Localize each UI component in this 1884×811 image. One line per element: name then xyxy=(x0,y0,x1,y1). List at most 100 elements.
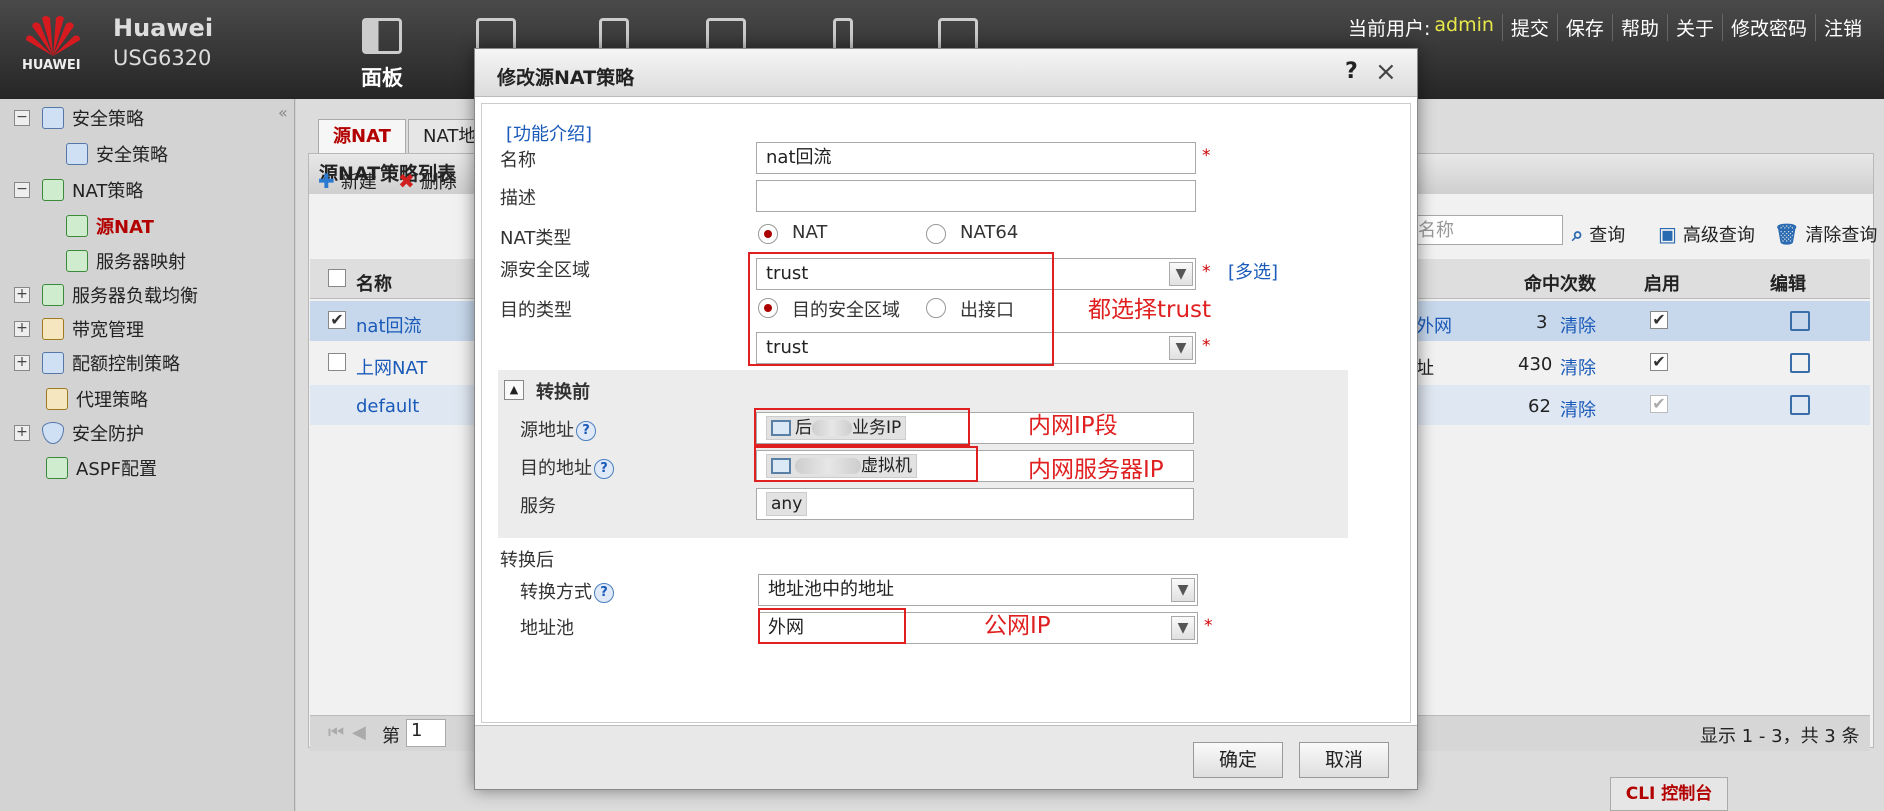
after-translation-label: 转换后 xyxy=(500,550,554,571)
tab-source-nat[interactable]: 源NAT xyxy=(318,119,406,153)
collapse-icon[interactable]: − xyxy=(14,110,30,126)
chevron-down-icon[interactable]: ▼ xyxy=(1169,262,1193,286)
huawei-logo-icon xyxy=(26,16,80,56)
sidebar-item-label: 带宽管理 xyxy=(72,320,144,341)
pager-summary: 显示 1 - 3，共 3 条 xyxy=(1700,726,1860,747)
translation-mode-select[interactable]: 地址池中的地址 ▼ xyxy=(758,574,1198,606)
multi-select-link[interactable]: [多选] xyxy=(1228,258,1278,284)
sidebar-item-aspf[interactable]: ASPF配置 xyxy=(46,453,157,483)
expand-icon[interactable]: + xyxy=(14,321,30,337)
sidebar-item-server-mapping[interactable]: 服务器映射 xyxy=(66,246,186,276)
cancel-button[interactable]: 取消 xyxy=(1299,742,1389,778)
collapse-icon[interactable]: − xyxy=(14,182,30,198)
nat-type-nat-radio[interactable] xyxy=(758,224,778,244)
help-icon[interactable]: ? xyxy=(576,421,596,441)
row-enabled-checkbox[interactable]: ✔ xyxy=(1650,353,1668,371)
service-input[interactable]: any xyxy=(756,488,1194,520)
row-enabled-checkbox-disabled: ✔ xyxy=(1650,395,1668,413)
expand-icon[interactable]: + xyxy=(14,425,30,441)
nat-type-nat-label: NAT xyxy=(792,222,828,243)
first-page-icon[interactable]: ⏮ xyxy=(328,722,344,743)
sidebar-item-label: 安全策略 xyxy=(96,145,168,166)
sidebar-item-proxy[interactable]: 代理策略 xyxy=(46,384,148,414)
row-clear-link[interactable]: 清除 xyxy=(1560,312,1596,338)
expand-icon[interactable]: + xyxy=(14,287,30,303)
clear-search-button[interactable]: 🗑 清除查询 xyxy=(1774,221,1877,247)
sidebar-item-nat-policy[interactable]: − NAT策略 xyxy=(14,175,143,205)
expand-icon[interactable]: + xyxy=(14,355,30,371)
row-clear-link[interactable]: 清除 xyxy=(1560,354,1596,380)
nav-dashboard-label: 面板 xyxy=(361,66,403,90)
row-hits: 3 xyxy=(1536,312,1548,333)
about-link[interactable]: 关于 xyxy=(1666,14,1722,41)
intro-link[interactable]: [功能介绍] xyxy=(506,120,592,146)
change-password-link[interactable]: 修改密码 xyxy=(1721,14,1815,41)
description-input[interactable] xyxy=(756,180,1196,212)
logout-link[interactable]: 注销 xyxy=(1814,14,1870,41)
row-name-link[interactable]: nat回流 xyxy=(356,312,422,338)
destination-address-label: 目的地址? xyxy=(520,454,614,480)
help-icon[interactable]: ? xyxy=(594,459,614,479)
close-icon[interactable]: × xyxy=(1375,57,1397,87)
nav-dashboard[interactable]: 面板 xyxy=(352,18,412,90)
plus-icon: ✚ xyxy=(318,169,335,193)
dialog-body: [功能介绍] 名称 nat回流 * 描述 NAT类型 NAT NAT64 源安全… xyxy=(481,103,1411,723)
annotation-note: 内网IP段 xyxy=(1028,413,1118,439)
row-enabled-checkbox[interactable]: ✔ xyxy=(1650,311,1668,329)
search-button[interactable]: ⌕ 查询 xyxy=(1572,221,1625,247)
help-icon[interactable]: ? xyxy=(1345,59,1358,84)
row-checkbox[interactable] xyxy=(328,353,346,371)
name-input[interactable]: nat回流 xyxy=(756,142,1196,174)
sidebar-item-slb[interactable]: + 服务器负载均衡 xyxy=(14,280,198,310)
advanced-search-button[interactable]: ▣ 高级查询 xyxy=(1658,221,1755,247)
sidebar-item-security-policy[interactable]: − 安全策略 xyxy=(14,103,144,133)
ok-button[interactable]: 确定 xyxy=(1193,742,1283,778)
translation-mode-value: 地址池中的地址 xyxy=(768,579,894,600)
sidebar-item-label: 源NAT xyxy=(96,217,154,238)
address-pool-label: 地址池 xyxy=(520,618,574,639)
service-label: 服务 xyxy=(520,496,556,517)
help-icon[interactable]: ? xyxy=(594,583,614,603)
help-link[interactable]: 帮助 xyxy=(1611,14,1667,41)
sidebar-item-bandwidth[interactable]: + 带宽管理 xyxy=(14,314,144,344)
chevron-down-icon[interactable]: ▼ xyxy=(1171,578,1195,602)
policy-icon xyxy=(42,107,64,129)
column-edit: 编辑 xyxy=(1770,274,1806,295)
delete-icon: ✖ xyxy=(398,169,415,193)
sidebar-item-security-policy-sub[interactable]: 安全策略 xyxy=(66,139,168,169)
select-all-checkbox[interactable] xyxy=(328,269,346,287)
sidebar-item-source-nat[interactable]: 源NAT xyxy=(66,211,154,241)
row-clear-link[interactable]: 清除 xyxy=(1560,396,1596,422)
row-checkbox[interactable]: ✔ xyxy=(328,311,346,329)
edit-icon[interactable] xyxy=(1790,353,1810,373)
edit-icon[interactable] xyxy=(1790,311,1810,331)
nat-type-label: NAT类型 xyxy=(500,228,572,249)
search-input[interactable]: 名称 xyxy=(1408,215,1563,245)
save-link[interactable]: 保存 xyxy=(1556,14,1612,41)
mapping-icon xyxy=(66,250,88,272)
commit-link[interactable]: 提交 xyxy=(1501,14,1557,41)
row-hits: 62 xyxy=(1528,396,1551,417)
page-number-input[interactable]: 1 xyxy=(406,719,446,747)
row-name-link[interactable]: default xyxy=(356,396,419,417)
prev-page-icon[interactable]: ◀ xyxy=(352,722,366,743)
chevron-down-icon[interactable]: ▼ xyxy=(1171,616,1195,640)
sidebar-item-label: 配额控制策略 xyxy=(72,354,180,375)
chevron-down-icon[interactable]: ▼ xyxy=(1169,336,1193,360)
sidebar-item-quota[interactable]: + 配额控制策略 xyxy=(14,348,180,378)
collapse-sidebar-icon[interactable]: « xyxy=(278,103,288,122)
cli-console-button[interactable]: CLI 控制台 xyxy=(1610,777,1728,811)
annotation-box-dest xyxy=(754,446,978,482)
service-tag[interactable]: any xyxy=(766,492,808,516)
annotation-box-source xyxy=(754,408,970,446)
nat-type-nat64-radio[interactable] xyxy=(926,224,946,244)
page-label: 第 xyxy=(382,726,400,747)
sidebar-item-protection[interactable]: + 安全防护 xyxy=(14,418,144,448)
row-name-link[interactable]: 上网NAT xyxy=(356,354,427,380)
edit-icon[interactable] xyxy=(1790,395,1810,415)
delete-button[interactable]: ✖ 删除 xyxy=(398,168,457,194)
user-bar: 当前用户: admin 提交 保存 帮助 关于 修改密码 注销 xyxy=(1340,14,1870,41)
new-button[interactable]: ✚ 新建 xyxy=(318,168,377,194)
sidebar: « − 安全策略 安全策略 − NAT策略 源NAT 服务器映射 + 服务器负载… xyxy=(0,99,295,811)
section-collapse-icon[interactable]: ▲ xyxy=(504,380,524,400)
